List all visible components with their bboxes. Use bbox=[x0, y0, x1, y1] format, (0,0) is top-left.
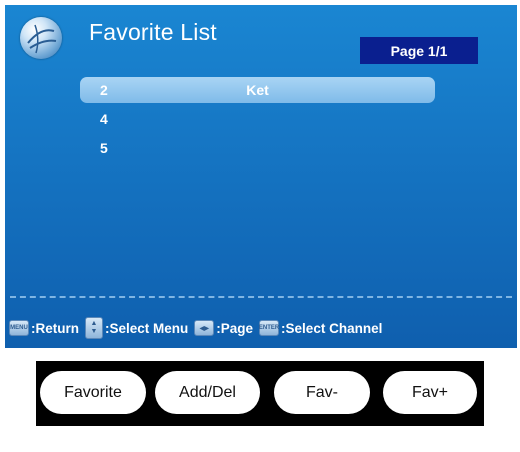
help-bar: MENU :Return ▲ ▼ :Select Menu ◀▶ :Page EN… bbox=[9, 316, 517, 340]
select-menu-hint: :Select Menu bbox=[105, 320, 189, 336]
left-right-key-icon: ◀▶ bbox=[194, 320, 215, 336]
globe-logo-icon bbox=[20, 17, 62, 59]
return-hint: :Return bbox=[31, 320, 79, 336]
dashed-divider bbox=[10, 296, 512, 298]
channel-list: 2 Ket 4 5 bbox=[80, 77, 435, 164]
channel-row[interactable]: 5 bbox=[80, 135, 435, 161]
channel-number: 5 bbox=[100, 140, 108, 156]
add-del-button[interactable]: Add/Del bbox=[155, 371, 260, 414]
channel-name: Ket bbox=[246, 82, 269, 98]
enter-key-icon: ENTER bbox=[259, 320, 279, 336]
select-channel-hint: :Select Channel bbox=[281, 320, 383, 336]
page-indicator: Page 1/1 bbox=[360, 37, 478, 64]
channel-number: 4 bbox=[100, 111, 108, 127]
up-down-key-icon: ▲ ▼ bbox=[85, 317, 103, 339]
page-hint: :Page bbox=[216, 320, 254, 336]
channel-row[interactable]: 4 bbox=[80, 106, 435, 132]
favorite-button[interactable]: Favorite bbox=[40, 371, 146, 414]
menu-key-icon: MENU bbox=[9, 320, 29, 336]
fav-plus-button[interactable]: Fav+ bbox=[383, 371, 477, 414]
remote-button-strip: Favorite Add/Del Fav- Fav+ bbox=[36, 361, 484, 426]
channel-row-selected[interactable]: 2 Ket bbox=[80, 77, 435, 103]
fav-minus-button[interactable]: Fav- bbox=[274, 371, 370, 414]
page-title: Favorite List bbox=[89, 19, 217, 45]
favorite-list-osd: Favorite List Page 1/1 2 Ket 4 5 MENU :R… bbox=[5, 5, 517, 348]
